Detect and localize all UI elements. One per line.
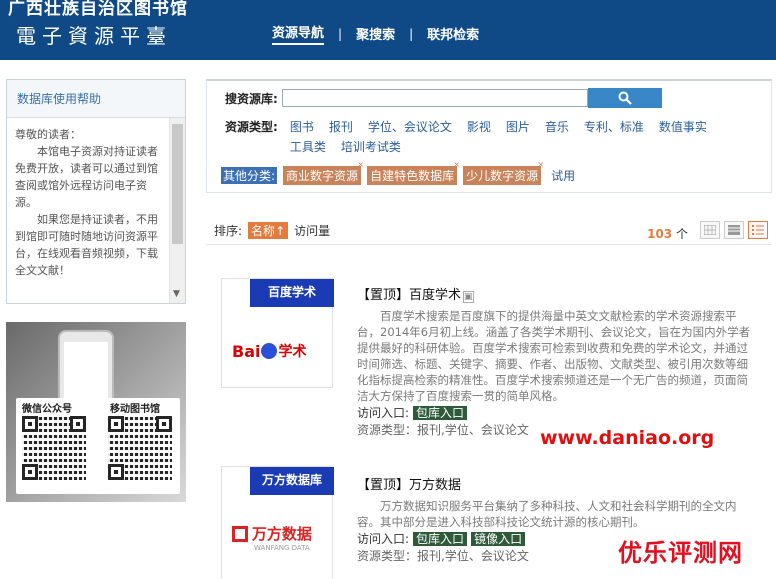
- site-header: 广西壮族自治区图书馆 電子資源平臺 资源导航 | 聚搜索 | 联邦检索: [0, 0, 776, 60]
- resource-thumbnail[interactable]: 百度学术 Bai 学术: [221, 278, 334, 388]
- qr-label-mobile-library: 移动图书馆: [110, 404, 160, 415]
- table-view-icon[interactable]: [724, 221, 744, 239]
- resource-entry: 百度学术 Bai 学术 【置顶】百度学术 ▣ 百度学术搜索是百度旗下的提供海量中英…: [221, 278, 771, 448]
- sort-label: 排序:: [214, 224, 243, 238]
- search-panel: 搜资源库: 资源类型: 图书 报刊 学位、会议论文 影视 图片 音乐 专利、标准…: [206, 79, 772, 193]
- list-view-icon[interactable]: [748, 221, 768, 239]
- type-books[interactable]: 图书: [290, 117, 314, 137]
- package-access-button[interactable]: 包库入口: [413, 406, 468, 420]
- entry-description: 万方数据知识服务平台集纳了多种科技、人文和社会科学期刊的全文内容。其中部分是进入…: [357, 499, 737, 528]
- help-paragraph-2: 如果您是持证读者，不用到馆即可随时随地访问资源平台，在线观看音频视频，下载全文文…: [15, 213, 158, 277]
- search-input[interactable]: [281, 89, 588, 107]
- mobile-library-qr-code: [108, 416, 172, 480]
- nav-aggregate-search[interactable]: 聚搜索: [356, 24, 395, 43]
- watermark-url: www.daniao.org: [540, 427, 715, 449]
- library-name[interactable]: 广西壮族自治区图书馆: [8, 0, 188, 19]
- entry-resource-type: 资源类型：报刊,学位、会议论文: [357, 549, 529, 563]
- resource-type-list: 图书 报刊 学位、会议论文 影视 图片 音乐 专利、标准 数值事实 工具类 培训…: [290, 117, 760, 157]
- help-panel: 数据库使用帮助 尊敬的读者： 本馆电子资源对持证读者免费开放，读者可以通过到馆查…: [6, 79, 186, 304]
- scroll-down-icon[interactable]: ▼: [173, 289, 180, 299]
- watermark-site: 优乐评测网: [618, 539, 743, 567]
- tag-commercial[interactable]: 商业数字资源: [283, 160, 364, 185]
- wechat-qr-code: [22, 416, 86, 480]
- grid-view-icon[interactable]: [700, 221, 720, 239]
- tag-children[interactable]: 少儿数字资源: [463, 160, 544, 185]
- tag-trial[interactable]: 试用: [551, 167, 575, 184]
- type-tools[interactable]: 工具类: [290, 137, 326, 157]
- help-text: 尊敬的读者： 本馆电子资源对持证读者免费开放，读者可以通过到馆查阅或馆外远程访问…: [7, 118, 185, 287]
- nav-resource-navigation[interactable]: 资源导航: [272, 22, 325, 45]
- baidu-logo: Bai 学术: [232, 341, 307, 361]
- qr-code-banner: 微信公众号 移动图书馆: [6, 322, 186, 502]
- thumbnail-label: 万方数据库: [250, 467, 334, 495]
- entry-resource-type: 资源类型：报刊,学位、会议论文: [357, 423, 529, 437]
- help-paragraph-1: 本馆电子资源对持证读者免费开放，读者可以通过到馆查阅或馆外远程访问电子资源。: [15, 145, 158, 209]
- result-count: 103 个: [647, 227, 688, 241]
- wanfang-logo: 万方数据 WANFANG DATA: [232, 523, 312, 552]
- nav-separator: |: [409, 26, 414, 41]
- search-icon: [618, 91, 632, 105]
- nav-separator: |: [338, 26, 343, 41]
- search-row: 搜资源库:: [225, 88, 662, 108]
- qr-card: 微信公众号 移动图书馆: [16, 398, 180, 494]
- help-scrollbar[interactable]: ▼: [169, 118, 185, 303]
- view-switcher: [696, 221, 768, 239]
- type-theses[interactable]: 学位、会议论文: [368, 117, 452, 137]
- type-music[interactable]: 音乐: [545, 117, 569, 137]
- type-video[interactable]: 影视: [467, 117, 491, 137]
- other-category-row: 其他分类: 商业数字资源 自建特色数据库 少儿数字资源 试用: [221, 160, 575, 185]
- type-training[interactable]: 培训考试类: [341, 137, 401, 157]
- resource-type-label: 资源类型:: [225, 120, 278, 134]
- mirror-access-button[interactable]: 镜像入口: [471, 532, 526, 546]
- sort-by-name[interactable]: 名称↑: [248, 222, 289, 239]
- platform-subtitle: 電子資源平臺: [16, 24, 172, 48]
- type-numeric-facts[interactable]: 数值事实: [659, 117, 707, 137]
- type-journals[interactable]: 报刊: [329, 117, 353, 137]
- type-patents[interactable]: 专利、标准: [584, 117, 644, 137]
- tag-self-built[interactable]: 自建特色数据库: [367, 160, 460, 185]
- entry-access-row: 访问入口: 包库入口: [357, 404, 468, 421]
- resource-type-row: 资源类型: 图书 报刊 学位、会议论文 影视 图片 音乐 专利、标准 数值事实 …: [225, 117, 765, 157]
- other-category-label: 其他分类:: [221, 167, 278, 184]
- entry-title[interactable]: 【置顶】万方数据: [357, 474, 461, 493]
- qr-label-wechat: 微信公众号: [22, 404, 72, 415]
- left-sidebar: 数据库使用帮助 尊敬的读者： 本馆电子资源对持证读者免费开放，读者可以通过到馆查…: [6, 79, 186, 304]
- help-title: 数据库使用帮助: [7, 80, 185, 118]
- main-nav: 资源导航 | 聚搜索 | 联邦检索: [272, 22, 479, 45]
- type-images[interactable]: 图片: [506, 117, 530, 137]
- entry-access-row: 访问入口: 包库入口 镜像入口: [357, 530, 526, 547]
- entry-title[interactable]: 【置顶】百度学术 ▣: [357, 284, 474, 303]
- sort-bar: 排序: 名称↑ 访问量 103 个: [206, 217, 772, 245]
- help-greeting: 尊敬的读者：: [15, 128, 81, 141]
- scrollbar-thumb[interactable]: [172, 124, 183, 244]
- search-label: 搜资源库:: [225, 91, 278, 106]
- sort-by-visits[interactable]: 访问量: [294, 222, 330, 239]
- nav-federated-search[interactable]: 联邦检索: [427, 24, 479, 43]
- search-button[interactable]: [587, 88, 662, 108]
- thumbnail-label: 百度学术: [250, 279, 334, 307]
- entry-description: 百度学术搜索是百度旗下的提供海量中英文文献检索的学术资源搜索平台，2014年6月…: [357, 309, 751, 403]
- package-access-button[interactable]: 包库入口: [413, 532, 468, 546]
- resource-thumbnail[interactable]: 万方数据库 万方数据 WANFANG DATA: [221, 466, 334, 579]
